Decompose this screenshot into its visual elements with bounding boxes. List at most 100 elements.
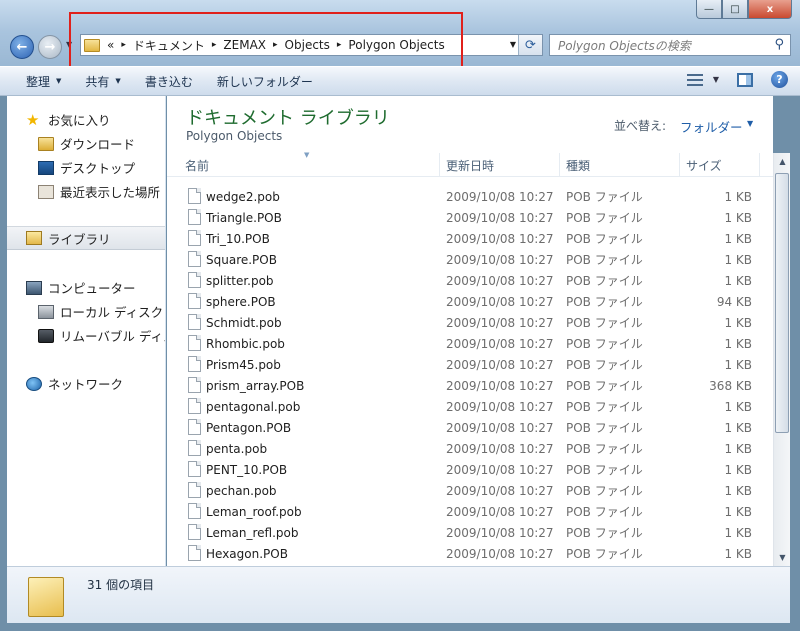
table-row[interactable]: Triangle.POB 2009/10/08 10:27 POB ファイル 1 KB: [167, 207, 773, 228]
table-row[interactable]: Leman_roof.pob 2009/10/08 10:27 POB ファイル 1 …: [167, 501, 773, 522]
new-folder-button[interactable]: 新しいフォルダー: [205, 73, 325, 90]
table-row[interactable]: splitter.pob 2009/10/08 10:27 POB ファイル 1 KB: [167, 270, 773, 291]
table-row[interactable]: prism_array.POB 2009/10/08 10:27 POB ファイル 3…: [167, 375, 773, 396]
command-bar: 整理 ▼ 共有 ▼ 書き込む 新しいフォルダー ▼ ?: [0, 66, 800, 96]
table-row[interactable]: wedge2.pob 2009/10/08 10:27 POB ファイル 1 KB: [167, 186, 773, 207]
nav-desktop[interactable]: デスクトップ: [38, 158, 135, 177]
nav-downloads[interactable]: ダウンロード: [38, 134, 135, 153]
table-row[interactable]: penta.pob 2009/10/08 10:27 POB ファイル 1 KB: [167, 438, 773, 459]
file-type: POB ファイル: [566, 274, 643, 288]
file-type: POB ファイル: [566, 358, 643, 372]
recent-places-icon: [38, 184, 54, 199]
file-icon: [188, 314, 201, 330]
file-icon: [188, 230, 201, 246]
column-header-name[interactable]: 名前: [179, 153, 440, 177]
refresh-button[interactable]: ⟳: [518, 35, 542, 55]
file-icon: [188, 440, 201, 456]
column-header-size[interactable]: サイズ: [680, 153, 760, 177]
file-size: 1 KB: [724, 441, 752, 456]
table-row[interactable]: Schmidt.pob 2009/10/08 10:27 POB ファイル 1 KB: [167, 312, 773, 333]
address-history-dropdown[interactable]: ▼: [510, 40, 516, 49]
nav-local-disk[interactable]: ローカル ディスク: [38, 302, 163, 321]
file-icon: [188, 482, 201, 498]
preview-pane-icon[interactable]: [737, 72, 753, 87]
share-button[interactable]: 共有 ▼: [73, 73, 132, 90]
nav-favorites[interactable]: ★ お気に入り: [26, 110, 111, 129]
column-header-date[interactable]: 更新日時: [440, 153, 560, 177]
nav-recent-places[interactable]: 最近表示した場所: [38, 182, 160, 201]
view-options-icon[interactable]: [686, 73, 703, 86]
nav-libraries[interactable]: ライブラリ: [7, 226, 165, 250]
table-row[interactable]: Prism45.pob 2009/10/08 10:27 POB ファイル 1 KB: [167, 354, 773, 375]
file-type: POB ファイル: [566, 190, 643, 204]
file-date: 2009/10/08 10:27: [446, 546, 554, 561]
burn-button[interactable]: 書き込む: [133, 73, 205, 90]
search-icon[interactable]: ⚲: [774, 37, 784, 52]
nav-label: お気に入り: [48, 113, 111, 128]
file-size: 1 KB: [724, 336, 752, 351]
back-button[interactable]: ←: [10, 35, 34, 59]
file-name: sphere.POB: [206, 294, 276, 309]
file-name: penta.pob: [206, 441, 268, 456]
file-icon: [188, 209, 201, 225]
file-size: 1 KB: [724, 546, 752, 561]
table-row[interactable]: Tri_10.POB 2009/10/08 10:27 POB ファイル 1 KB: [167, 228, 773, 249]
file-date: 2009/10/08 10:27: [446, 252, 554, 267]
scroll-down-button[interactable]: ▼: [774, 549, 791, 566]
column-header-type[interactable]: 種類: [560, 153, 680, 177]
maximize-button[interactable]: □: [722, 0, 748, 19]
nav-network[interactable]: ネットワーク: [26, 374, 123, 393]
table-row[interactable]: Leman_refl.pob 2009/10/08 10:27 POB ファイル 1 …: [167, 522, 773, 543]
file-type: POB ファイル: [566, 484, 643, 498]
file-icon: [188, 188, 201, 204]
table-row[interactable]: sphere.POB 2009/10/08 10:27 POB ファイル 94 KB: [167, 291, 773, 312]
organize-button[interactable]: 整理 ▼: [0, 73, 73, 90]
sort-label: 並べ替え:: [614, 119, 667, 133]
search-input[interactable]: Polygon Objectsの検索 ⚲: [549, 34, 791, 56]
file-name: Schmidt.pob: [206, 315, 282, 330]
file-icon: [188, 398, 201, 414]
computer-icon: [26, 280, 42, 295]
chevron-down-icon[interactable]: ▼: [713, 75, 719, 84]
scroll-up-button[interactable]: ▲: [774, 153, 791, 170]
file-type: POB ファイル: [566, 337, 643, 351]
arrange-by-dropdown[interactable]: フォルダー: [680, 117, 743, 136]
file-icon: [188, 272, 201, 288]
file-size: 1 KB: [724, 273, 752, 288]
refresh-icon: ⟳: [525, 37, 536, 53]
table-row[interactable]: Square.POB 2009/10/08 10:27 POB ファイル 1 KB: [167, 249, 773, 270]
table-row[interactable]: Hexagon.POB 2009/10/08 10:27 POB ファイル 1 KB: [167, 543, 773, 564]
file-type: POB ファイル: [566, 547, 643, 561]
table-row[interactable]: PENT_10.POB 2009/10/08 10:27 POB ファイル 1 KB: [167, 459, 773, 480]
file-name: Rhombic.pob: [206, 336, 285, 351]
file-date: 2009/10/08 10:27: [446, 462, 554, 477]
close-button[interactable]: x: [748, 0, 792, 19]
forward-button[interactable]: →: [38, 35, 62, 59]
vertical-scrollbar[interactable]: ▲ ▼: [773, 153, 790, 566]
table-row[interactable]: Pentagon.POB 2009/10/08 10:27 POB ファイル 1 KB: [167, 417, 773, 438]
nav-computer[interactable]: コンピューター: [26, 278, 136, 297]
file-date: 2009/10/08 10:27: [446, 210, 554, 225]
organize-label: 整理: [26, 74, 51, 89]
file-name: prism_array.POB: [206, 378, 305, 393]
annotation-highlight-box: [69, 12, 463, 74]
file-size: 1 KB: [724, 525, 752, 540]
file-date: 2009/10/08 10:27: [446, 483, 554, 498]
table-row[interactable]: Rhombic.pob 2009/10/08 10:27 POB ファイル 1 KB: [167, 333, 773, 354]
table-row[interactable]: pechan.pob 2009/10/08 10:27 POB ファイル 1 KB: [167, 480, 773, 501]
star-icon: ★: [26, 110, 40, 129]
nav-label: ダウンロード: [60, 137, 136, 152]
scrollbar-thumb[interactable]: [775, 173, 789, 433]
chevron-down-icon[interactable]: ▼: [747, 119, 753, 128]
file-date: 2009/10/08 10:27: [446, 525, 554, 540]
folder-icon: [28, 577, 64, 617]
file-date: 2009/10/08 10:27: [446, 420, 554, 435]
file-type: POB ファイル: [566, 421, 643, 435]
file-name: Leman_roof.pob: [206, 504, 302, 519]
file-name: Tri_10.POB: [206, 231, 270, 246]
help-icon[interactable]: ?: [771, 71, 788, 88]
minimize-button[interactable]: —: [696, 0, 722, 19]
table-row[interactable]: pentagonal.pob 2009/10/08 10:27 POB ファイル 1 …: [167, 396, 773, 417]
nav-removable-disk[interactable]: リムーバブル ディス: [38, 326, 165, 345]
file-name: Triangle.POB: [206, 210, 282, 225]
